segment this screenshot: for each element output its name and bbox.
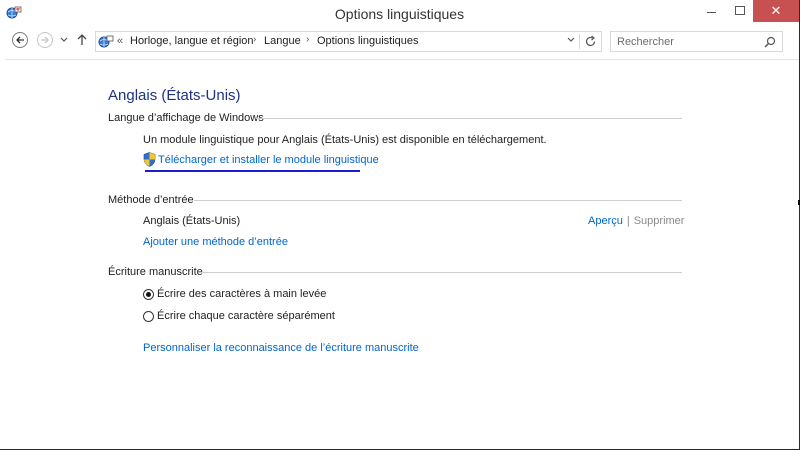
remove-link: Supprimer	[633, 215, 685, 227]
input-method-section-label: Méthode d’entrée	[108, 194, 194, 206]
back-button[interactable]	[12, 32, 28, 48]
close-button[interactable]: ✕	[753, 0, 799, 22]
separate-characters-radio-label[interactable]: Écrire chaque caractère séparément	[157, 310, 335, 322]
content-area: Anglais (États-Unis) Langue d’affichage …	[0, 60, 799, 449]
recent-locations-chevron-icon[interactable]	[60, 37, 68, 43]
handwriting-section-rule	[201, 272, 682, 273]
preview-link[interactable]: Aperçu	[588, 215, 623, 227]
input-method-actions: Aperçu | Supprimer	[588, 215, 684, 227]
input-method-name: Anglais (États-Unis)	[143, 215, 241, 227]
add-input-method-link[interactable]: Ajouter une méthode d’entrée	[143, 236, 288, 248]
display-language-section-rule	[256, 118, 682, 119]
window-title: Options linguistiques	[334, 6, 465, 22]
close-icon: ✕	[770, 3, 782, 18]
breadcrumb-separator-icon[interactable]: ›	[306, 34, 309, 45]
focus-underline	[145, 170, 360, 172]
forward-button[interactable]	[37, 32, 53, 48]
handwriting-section-label: Écriture manuscrite	[108, 266, 203, 278]
link-separator: |	[626, 215, 630, 227]
language-pack-availability-text: Un module linguistique pour Anglais (Éta…	[143, 134, 547, 146]
navigation-bar: « Horloge, langue et région › Langue › O…	[0, 28, 799, 56]
up-arrow-icon[interactable]	[77, 34, 87, 46]
arrow-right-icon	[41, 36, 49, 44]
address-dropdown-icon[interactable]	[567, 37, 575, 43]
breadcrumb-options[interactable]: Options linguistiques	[317, 35, 419, 47]
display-language-section-label: Langue d’affichage de Windows	[108, 112, 264, 124]
breadcrumb-langue[interactable]: Langue	[264, 35, 301, 47]
breadcrumb-separator-icon[interactable]: ›	[253, 34, 256, 45]
separate-characters-radio[interactable]	[143, 311, 154, 322]
control-panel-language-icon	[98, 35, 114, 48]
uac-shield-icon	[143, 152, 156, 167]
input-method-section-rule	[194, 200, 682, 201]
language-heading: Anglais (États-Unis)	[108, 87, 241, 104]
search-input[interactable]	[617, 34, 757, 49]
maximize-button[interactable]	[727, 0, 753, 22]
freehand-radio[interactable]	[143, 289, 154, 300]
address-bar[interactable]: « Horloge, langue et région › Langue › O…	[95, 31, 602, 52]
minimize-button[interactable]	[699, 0, 725, 22]
arrow-left-icon	[16, 36, 24, 44]
freehand-radio-label[interactable]: Écrire des caractères à main levée	[157, 288, 326, 300]
address-divider	[579, 34, 580, 49]
overflow-chevron-icon[interactable]: «	[117, 35, 123, 47]
customize-handwriting-link[interactable]: Personnaliser la reconnaissance de l’écr…	[143, 342, 419, 354]
download-language-pack-link[interactable]: Télécharger et installer le module lingu…	[158, 154, 379, 166]
breadcrumb-horloge[interactable]: Horloge, langue et région	[130, 35, 254, 47]
title-bar: Options linguistiques ✕	[0, 0, 799, 28]
search-icon[interactable]	[764, 36, 776, 48]
options-linguistiques-window: Options linguistiques ✕ « Horloge, langu…	[0, 0, 800, 450]
search-box[interactable]	[610, 31, 783, 52]
refresh-icon[interactable]	[584, 35, 597, 48]
